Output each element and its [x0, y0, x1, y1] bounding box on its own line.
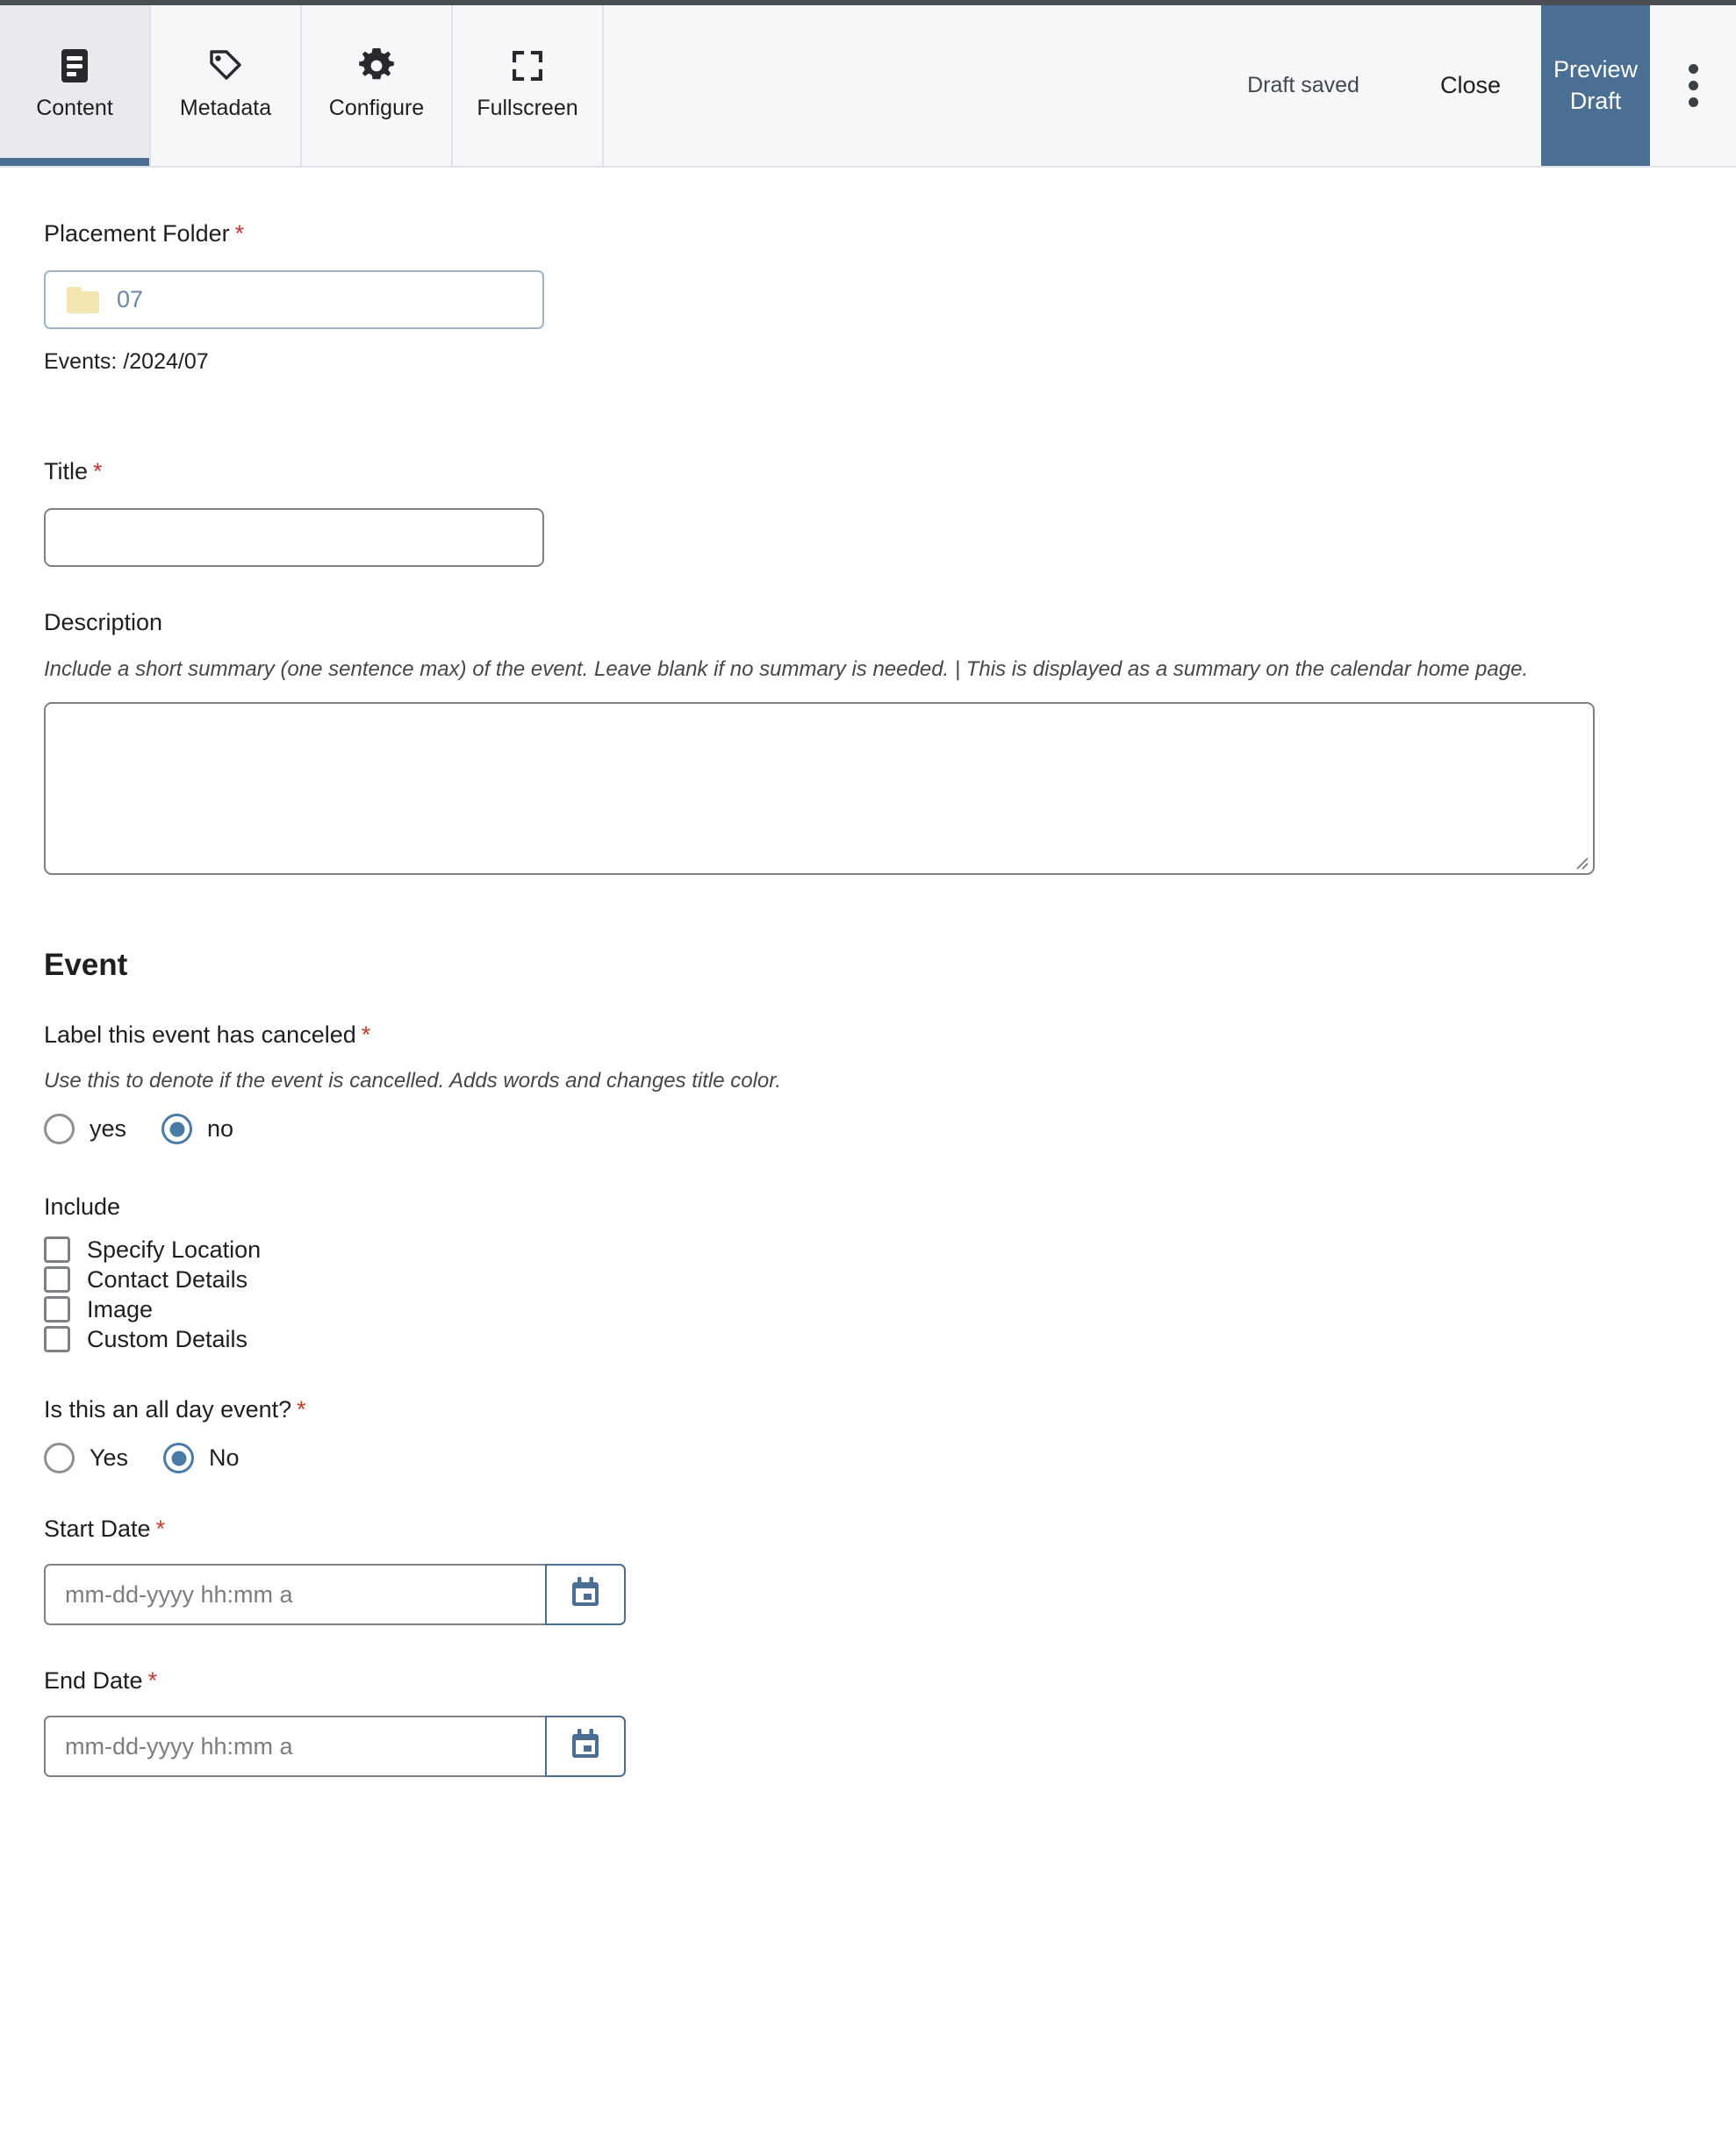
more-options-button[interactable]: [1650, 5, 1736, 166]
preview-draft-button[interactable]: Preview Draft: [1541, 5, 1650, 166]
checkbox-label: Contact Details: [87, 1265, 248, 1293]
radio-icon[interactable]: [44, 1114, 75, 1144]
radio-option-allday-yes[interactable]: Yes: [44, 1443, 128, 1473]
toolbar-spacer: [604, 5, 1208, 166]
kebab-menu-icon: [1688, 61, 1698, 111]
placement-folder-label: Placement Folder *: [44, 220, 245, 247]
tag-icon: [209, 47, 242, 85]
required-indicator: *: [93, 458, 103, 484]
tab-content[interactable]: Content: [0, 5, 151, 166]
tab-label: Metadata: [179, 96, 272, 120]
tab-label: Content: [36, 96, 113, 120]
event-canceled-label: Label this event has canceled *: [44, 1021, 371, 1048]
tab-metadata[interactable]: Metadata: [151, 5, 302, 166]
start-date-label: Start Date *: [44, 1516, 166, 1542]
event-canceled-field: Label this event has canceled * Use this …: [44, 980, 1736, 1144]
radio-option-allday-no[interactable]: No: [163, 1443, 240, 1473]
calendar-icon: [570, 1729, 600, 1764]
event-canceled-radio-group: yes no: [44, 1114, 1736, 1144]
required-indicator: *: [147, 1667, 158, 1694]
end-date-picker-button[interactable]: [545, 1716, 626, 1777]
checkbox-icon[interactable]: [44, 1266, 70, 1293]
end-date-label: End Date *: [44, 1667, 158, 1694]
close-button[interactable]: Close: [1400, 5, 1541, 166]
radio-label: yes: [90, 1115, 127, 1142]
tab-fullscreen[interactable]: Fullscreen: [453, 5, 604, 166]
radio-option-canceled-yes[interactable]: yes: [44, 1114, 126, 1144]
start-date-input[interactable]: mm-dd-yyyy hh:mm a: [44, 1564, 545, 1625]
toolbar-actions: Draft saved Close Preview Draft: [1207, 5, 1736, 166]
required-indicator: *: [155, 1516, 166, 1542]
radio-label: No: [209, 1444, 240, 1471]
calendar-icon: [570, 1577, 600, 1612]
title-label: Title *: [44, 458, 103, 484]
checkbox-label: Custom Details: [87, 1325, 248, 1352]
tab-label: Configure: [328, 96, 425, 120]
radio-icon-selected[interactable]: [163, 1443, 195, 1473]
description-textarea[interactable]: [44, 702, 1595, 875]
start-date-picker-button[interactable]: [545, 1564, 626, 1625]
tab-configure[interactable]: Configure: [302, 5, 453, 166]
tab-label: Fullscreen: [477, 96, 578, 120]
description-help-text: Include a short summary (one sentence ma…: [44, 657, 1529, 681]
radio-option-canceled-no[interactable]: no: [161, 1114, 233, 1144]
expand-icon: [513, 47, 542, 85]
all-day-radio-group: Yes No: [44, 1443, 1736, 1473]
folder-icon: [67, 286, 99, 313]
title-input[interactable]: [44, 508, 544, 567]
document-lines-icon: [61, 47, 88, 85]
checkbox-label: Image: [87, 1295, 154, 1322]
checkbox-icon[interactable]: [44, 1236, 70, 1263]
radio-label: Yes: [90, 1444, 129, 1471]
start-date-field: Start Date * mm-dd-yyyy hh:mm a: [44, 1473, 1736, 1625]
checkbox-row-image[interactable]: Image: [44, 1294, 1736, 1324]
resize-handle-icon[interactable]: [1571, 852, 1589, 870]
event-section-heading: Event: [44, 948, 128, 982]
end-date-input[interactable]: mm-dd-yyyy hh:mm a: [44, 1716, 545, 1777]
placement-folder-field: Placement Folder * 07 Events: /2024/07: [44, 168, 1736, 375]
include-field: Include Specify Location Contact Details…: [44, 1144, 1736, 1354]
end-date-input-group: mm-dd-yyyy hh:mm a: [44, 1716, 626, 1777]
draft-status: Draft saved: [1247, 73, 1359, 97]
content-form: Placement Folder * 07 Events: /2024/07 Ti…: [0, 168, 1736, 1777]
title-field: Title *: [44, 375, 1736, 567]
include-label: Include: [44, 1193, 121, 1220]
checkbox-icon[interactable]: [44, 1296, 70, 1322]
placement-folder-input[interactable]: 07: [44, 270, 544, 329]
gear-icon: [359, 47, 394, 85]
checkbox-row-custom-details[interactable]: Custom Details: [44, 1324, 1736, 1354]
required-indicator: *: [297, 1396, 306, 1423]
required-indicator: *: [361, 1021, 371, 1048]
checkbox-label: Specify Location: [87, 1236, 262, 1263]
all-day-event-label: Is this an all day event? *: [44, 1396, 306, 1423]
checkbox-row-specify-location[interactable]: Specify Location: [44, 1235, 1736, 1265]
radio-icon-selected[interactable]: [161, 1114, 193, 1144]
include-checkbox-group: Specify Location Contact Details Image C…: [44, 1235, 1736, 1354]
checkbox-row-contact-details[interactable]: Contact Details: [44, 1265, 1736, 1294]
radio-icon[interactable]: [44, 1443, 75, 1473]
all-day-event-field: Is this an all day event? * Yes No: [44, 1354, 1736, 1473]
end-date-field: End Date * mm-dd-yyyy hh:mm a: [44, 1625, 1736, 1777]
description-field: Description Include a short summary (one…: [44, 567, 1736, 875]
event-canceled-help-text: Use this to denote if the event is cance…: [44, 1069, 782, 1093]
toolbar-tabs: Content Metadata Configure Fullscreen: [0, 5, 604, 166]
radio-label: no: [207, 1115, 234, 1142]
required-indicator: *: [234, 220, 245, 247]
editor-toolbar: Content Metadata Configure Fullscreen Dr…: [0, 0, 1736, 168]
start-date-input-group: mm-dd-yyyy hh:mm a: [44, 1564, 626, 1625]
placement-folder-value: 07: [117, 286, 144, 312]
description-label: Description: [44, 609, 163, 635]
placement-folder-path: Events: /2024/07: [44, 349, 209, 374]
checkbox-icon[interactable]: [44, 1326, 70, 1352]
